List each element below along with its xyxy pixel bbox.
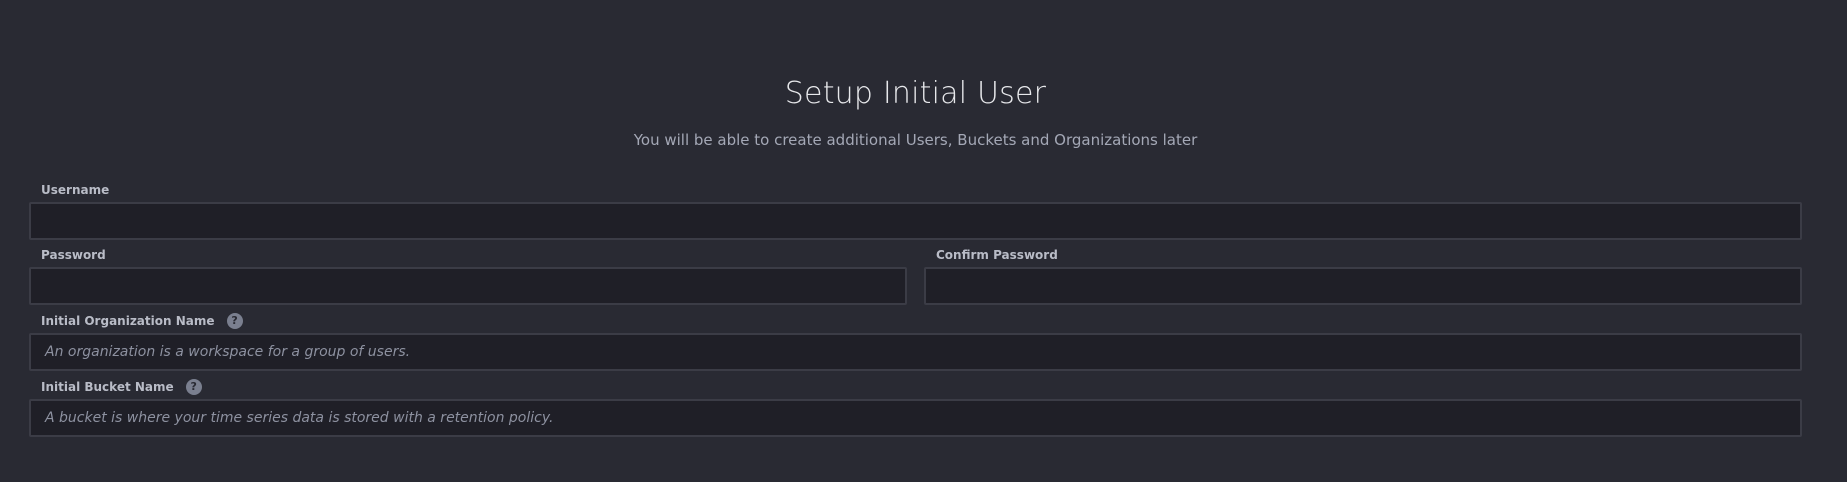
bucket-input-placeholder: A bucket is where your time series data …	[45, 410, 554, 426]
bucket-label: Initial Bucket Name	[41, 380, 174, 394]
bucket-label-row: Initial Bucket Name ?	[41, 377, 202, 397]
confirm-password-input[interactable]	[924, 267, 1802, 305]
organization-label-row: Initial Organization Name ?	[41, 311, 243, 331]
organization-label: Initial Organization Name	[41, 314, 215, 328]
question-circle-icon[interactable]: ?	[226, 313, 243, 329]
username-label: Username	[41, 183, 110, 197]
username-label-row: Username	[41, 180, 109, 200]
organization-input[interactable]: An organization is a workspace for a gro…	[29, 333, 1802, 371]
confirm-password-label-row: Confirm Password	[936, 245, 1058, 265]
setup-form-panel: Setup Initial User You will be able to c…	[29, 0, 1802, 482]
organization-input-placeholder: An organization is a workspace for a gro…	[45, 344, 411, 360]
page-subtitle: You will be able to create additional Us…	[633, 131, 1198, 149]
page-title: Setup Initial User	[784, 76, 1047, 111]
password-label-row: Password	[41, 245, 106, 265]
password-label: Password	[41, 248, 106, 262]
password-input[interactable]	[29, 267, 907, 305]
bucket-input[interactable]: A bucket is where your time series data …	[29, 399, 1802, 437]
confirm-password-label: Confirm Password	[936, 248, 1058, 262]
question-circle-icon[interactable]: ?	[185, 379, 202, 395]
username-input[interactable]	[29, 202, 1802, 240]
